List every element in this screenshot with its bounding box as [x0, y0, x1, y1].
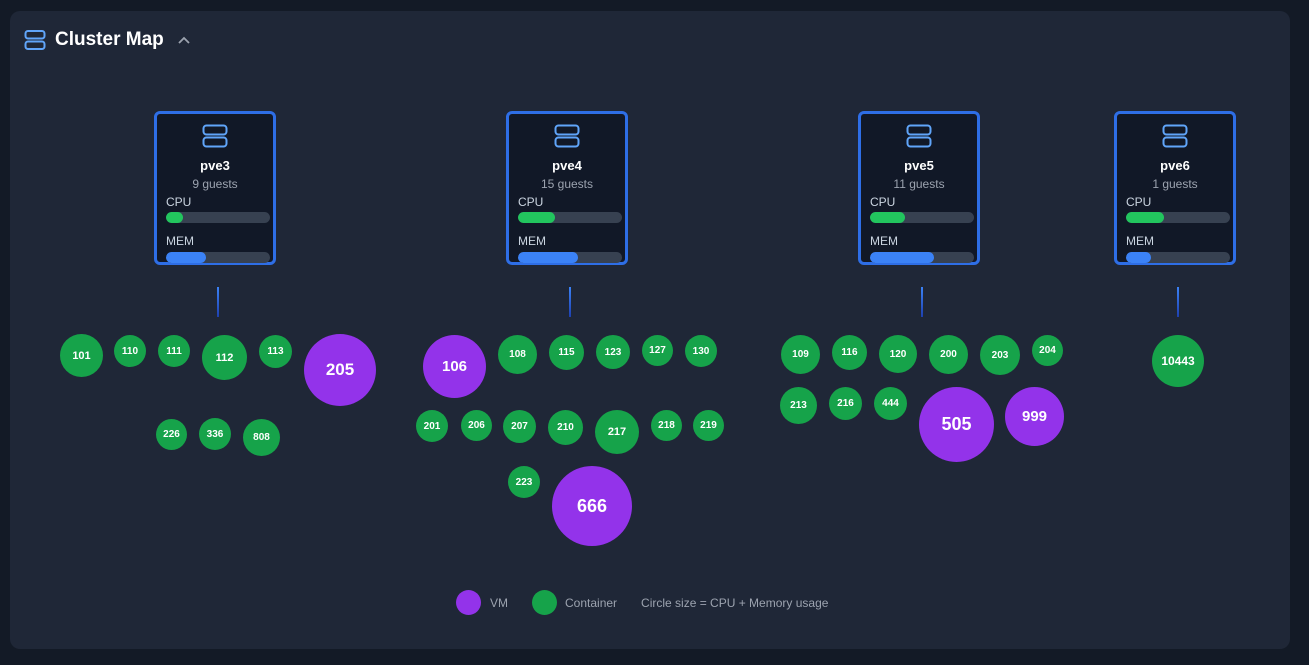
- guest-bubble[interactable]: 116: [832, 335, 867, 370]
- guest-bubble[interactable]: 336: [199, 418, 231, 450]
- guest-bubble[interactable]: 130: [685, 335, 717, 367]
- mem-label: MEM: [166, 234, 194, 248]
- guest-bubble[interactable]: 113: [259, 335, 292, 368]
- node-connector: [921, 287, 923, 317]
- legend-size-note: Circle size = CPU + Memory usage: [641, 595, 829, 610]
- guest-bubble[interactable]: 108: [498, 335, 537, 374]
- guest-bubble[interactable]: 505: [919, 387, 994, 462]
- node-connector: [1177, 287, 1179, 317]
- guest-bubble[interactable]: 226: [156, 419, 187, 450]
- mem-bar: [1126, 252, 1230, 263]
- node-card-pve3[interactable]: pve3 9 guests CPU MEM: [154, 111, 276, 265]
- cluster-map-panel: [10, 11, 1290, 649]
- guest-bubble[interactable]: 216: [829, 387, 862, 420]
- cpu-bar: [870, 212, 974, 223]
- node-name: pve3: [200, 158, 230, 173]
- cpu-label: CPU: [166, 195, 192, 209]
- mem-bar: [870, 252, 974, 263]
- legend-vm-swatch: [456, 590, 481, 615]
- guest-bubble[interactable]: 203: [980, 335, 1020, 375]
- legend-container-label: Container: [565, 595, 618, 610]
- guest-bubble[interactable]: 808: [243, 419, 280, 456]
- node-connector: [217, 287, 219, 317]
- cpu-label: CPU: [518, 195, 544, 209]
- server-icon: [906, 124, 932, 153]
- guest-bubble[interactable]: 10443: [1152, 335, 1204, 387]
- cpu-label: CPU: [1126, 195, 1152, 209]
- guest-bubble[interactable]: 217: [595, 410, 639, 454]
- guest-bubble[interactable]: 206: [461, 410, 492, 441]
- guest-bubble[interactable]: 120: [879, 335, 917, 373]
- guest-bubble[interactable]: 115: [549, 335, 584, 370]
- node-card-pve5[interactable]: pve5 11 guests CPU MEM: [858, 111, 980, 265]
- mem-bar: [518, 252, 622, 263]
- guest-bubble[interactable]: 111: [158, 335, 190, 367]
- guest-bubble[interactable]: 219: [693, 410, 724, 441]
- cpu-bar: [518, 212, 622, 223]
- guest-bubble[interactable]: 666: [552, 466, 632, 546]
- guest-bubble[interactable]: 200: [929, 335, 968, 374]
- server-icon: [24, 29, 46, 51]
- node-card-pve6[interactable]: pve6 1 guests CPU MEM: [1114, 111, 1236, 265]
- page-title: Cluster Map: [55, 29, 164, 50]
- legend-container-swatch: [532, 590, 557, 615]
- cpu-bar-fill: [166, 212, 183, 223]
- guest-bubble[interactable]: 213: [780, 387, 817, 424]
- node-name: pve4: [552, 158, 582, 173]
- guest-bubble[interactable]: 112: [202, 335, 247, 380]
- mem-bar-fill: [1126, 252, 1151, 263]
- node-guest-count: 1 guests: [1152, 177, 1198, 191]
- guest-bubble[interactable]: 207: [503, 410, 536, 443]
- cpu-bar-fill: [870, 212, 906, 223]
- guest-bubble[interactable]: 999: [1005, 387, 1064, 446]
- node-guest-count: 15 guests: [540, 177, 594, 191]
- cpu-bar: [1126, 212, 1230, 223]
- guest-bubble[interactable]: 127: [642, 335, 673, 366]
- guest-bubble[interactable]: 106: [423, 335, 486, 398]
- node-name: pve5: [904, 158, 934, 173]
- guest-bubble[interactable]: 444: [874, 387, 907, 420]
- guest-bubble[interactable]: 205: [304, 334, 376, 406]
- server-icon: [554, 124, 580, 153]
- cpu-label: CPU: [870, 195, 896, 209]
- mem-bar-fill: [166, 252, 206, 263]
- guest-bubble[interactable]: 223: [508, 466, 540, 498]
- collapse-chevron-up-icon[interactable]: [178, 36, 190, 44]
- node-name: pve6: [1160, 158, 1190, 173]
- cpu-bar-fill: [518, 212, 556, 223]
- guest-bubble[interactable]: 218: [651, 410, 682, 441]
- mem-label: MEM: [1126, 234, 1154, 248]
- cluster-map-header: Cluster Map: [24, 26, 190, 54]
- guest-bubble[interactable]: 110: [114, 335, 146, 367]
- guest-bubble[interactable]: 109: [781, 335, 820, 374]
- cpu-bar-fill: [1126, 212, 1165, 223]
- node-card-pve4[interactable]: pve4 15 guests CPU MEM: [506, 111, 628, 265]
- legend: VM Container Circle size = CPU + Memory …: [456, 590, 828, 615]
- node-connector: [569, 287, 571, 317]
- guest-bubble[interactable]: 201: [416, 410, 448, 442]
- mem-bar-fill: [518, 252, 579, 263]
- guest-bubble[interactable]: 101: [60, 334, 103, 377]
- mem-label: MEM: [518, 234, 546, 248]
- server-icon: [202, 124, 228, 153]
- guest-bubble[interactable]: 123: [596, 335, 630, 369]
- mem-bar-fill: [870, 252, 935, 263]
- guest-bubble[interactable]: 210: [548, 410, 583, 445]
- server-icon: [1162, 124, 1188, 153]
- node-guest-count: 9 guests: [192, 177, 238, 191]
- node-guest-count: 11 guests: [893, 177, 945, 191]
- mem-label: MEM: [870, 234, 898, 248]
- cpu-bar: [166, 212, 270, 223]
- guest-bubble[interactable]: 204: [1032, 335, 1063, 366]
- mem-bar: [166, 252, 270, 263]
- legend-vm-label: VM: [490, 595, 508, 610]
